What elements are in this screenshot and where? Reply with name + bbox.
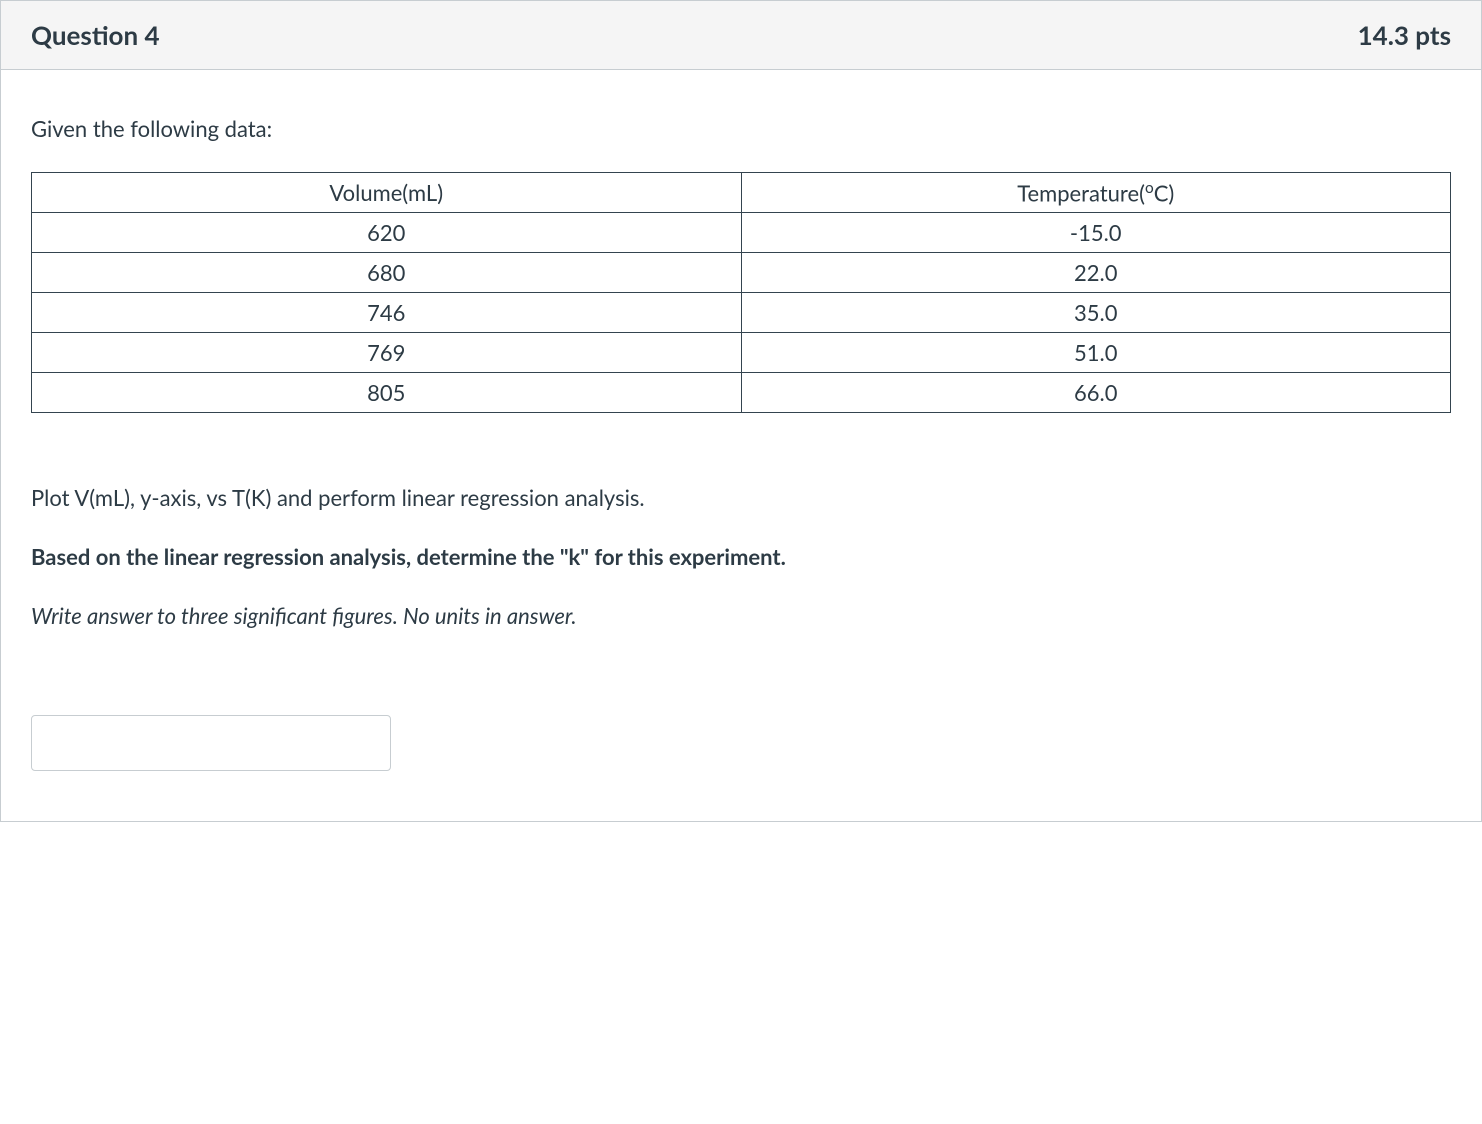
question-body: Given the following data: Volume(mL) Tem… — [1, 70, 1481, 821]
table-row: 620 -15.0 — [32, 213, 1451, 253]
answer-input[interactable] — [31, 715, 391, 771]
data-table: Volume(mL) Temperature(oC) 620 -15.0 680… — [31, 172, 1451, 413]
volume-cell: 620 — [32, 213, 742, 253]
question-container: Question 4 14.3 pts Given the following … — [0, 0, 1482, 822]
temp-cell: 35.0 — [741, 293, 1451, 333]
volume-cell: 746 — [32, 293, 742, 333]
table-header-row: Volume(mL) Temperature(oC) — [32, 173, 1451, 213]
table-header-volume: Volume(mL) — [32, 173, 742, 213]
question-header: Question 4 14.3 pts — [1, 1, 1481, 70]
temp-cell: 66.0 — [741, 373, 1451, 413]
intro-text: Given the following data: — [31, 115, 1451, 142]
instruction-determine: Based on the linear regression analysis,… — [31, 542, 1451, 573]
temp-cell: 22.0 — [741, 253, 1451, 293]
table-row: 746 35.0 — [32, 293, 1451, 333]
volume-cell: 805 — [32, 373, 742, 413]
table-row: 769 51.0 — [32, 333, 1451, 373]
temp-cell: -15.0 — [741, 213, 1451, 253]
temp-cell: 51.0 — [741, 333, 1451, 373]
question-title: Question 4 — [31, 19, 160, 51]
question-points: 14.3 pts — [1358, 19, 1451, 51]
instruction-plot: Plot V(mL), y-axis, vs T(K) and perform … — [31, 483, 1451, 514]
volume-cell: 680 — [32, 253, 742, 293]
table-header-temperature: Temperature(oC) — [741, 173, 1451, 213]
table-row: 680 22.0 — [32, 253, 1451, 293]
table-row: 805 66.0 — [32, 373, 1451, 413]
volume-cell: 769 — [32, 333, 742, 373]
instruction-format: Write answer to three significant figure… — [31, 601, 1451, 632]
